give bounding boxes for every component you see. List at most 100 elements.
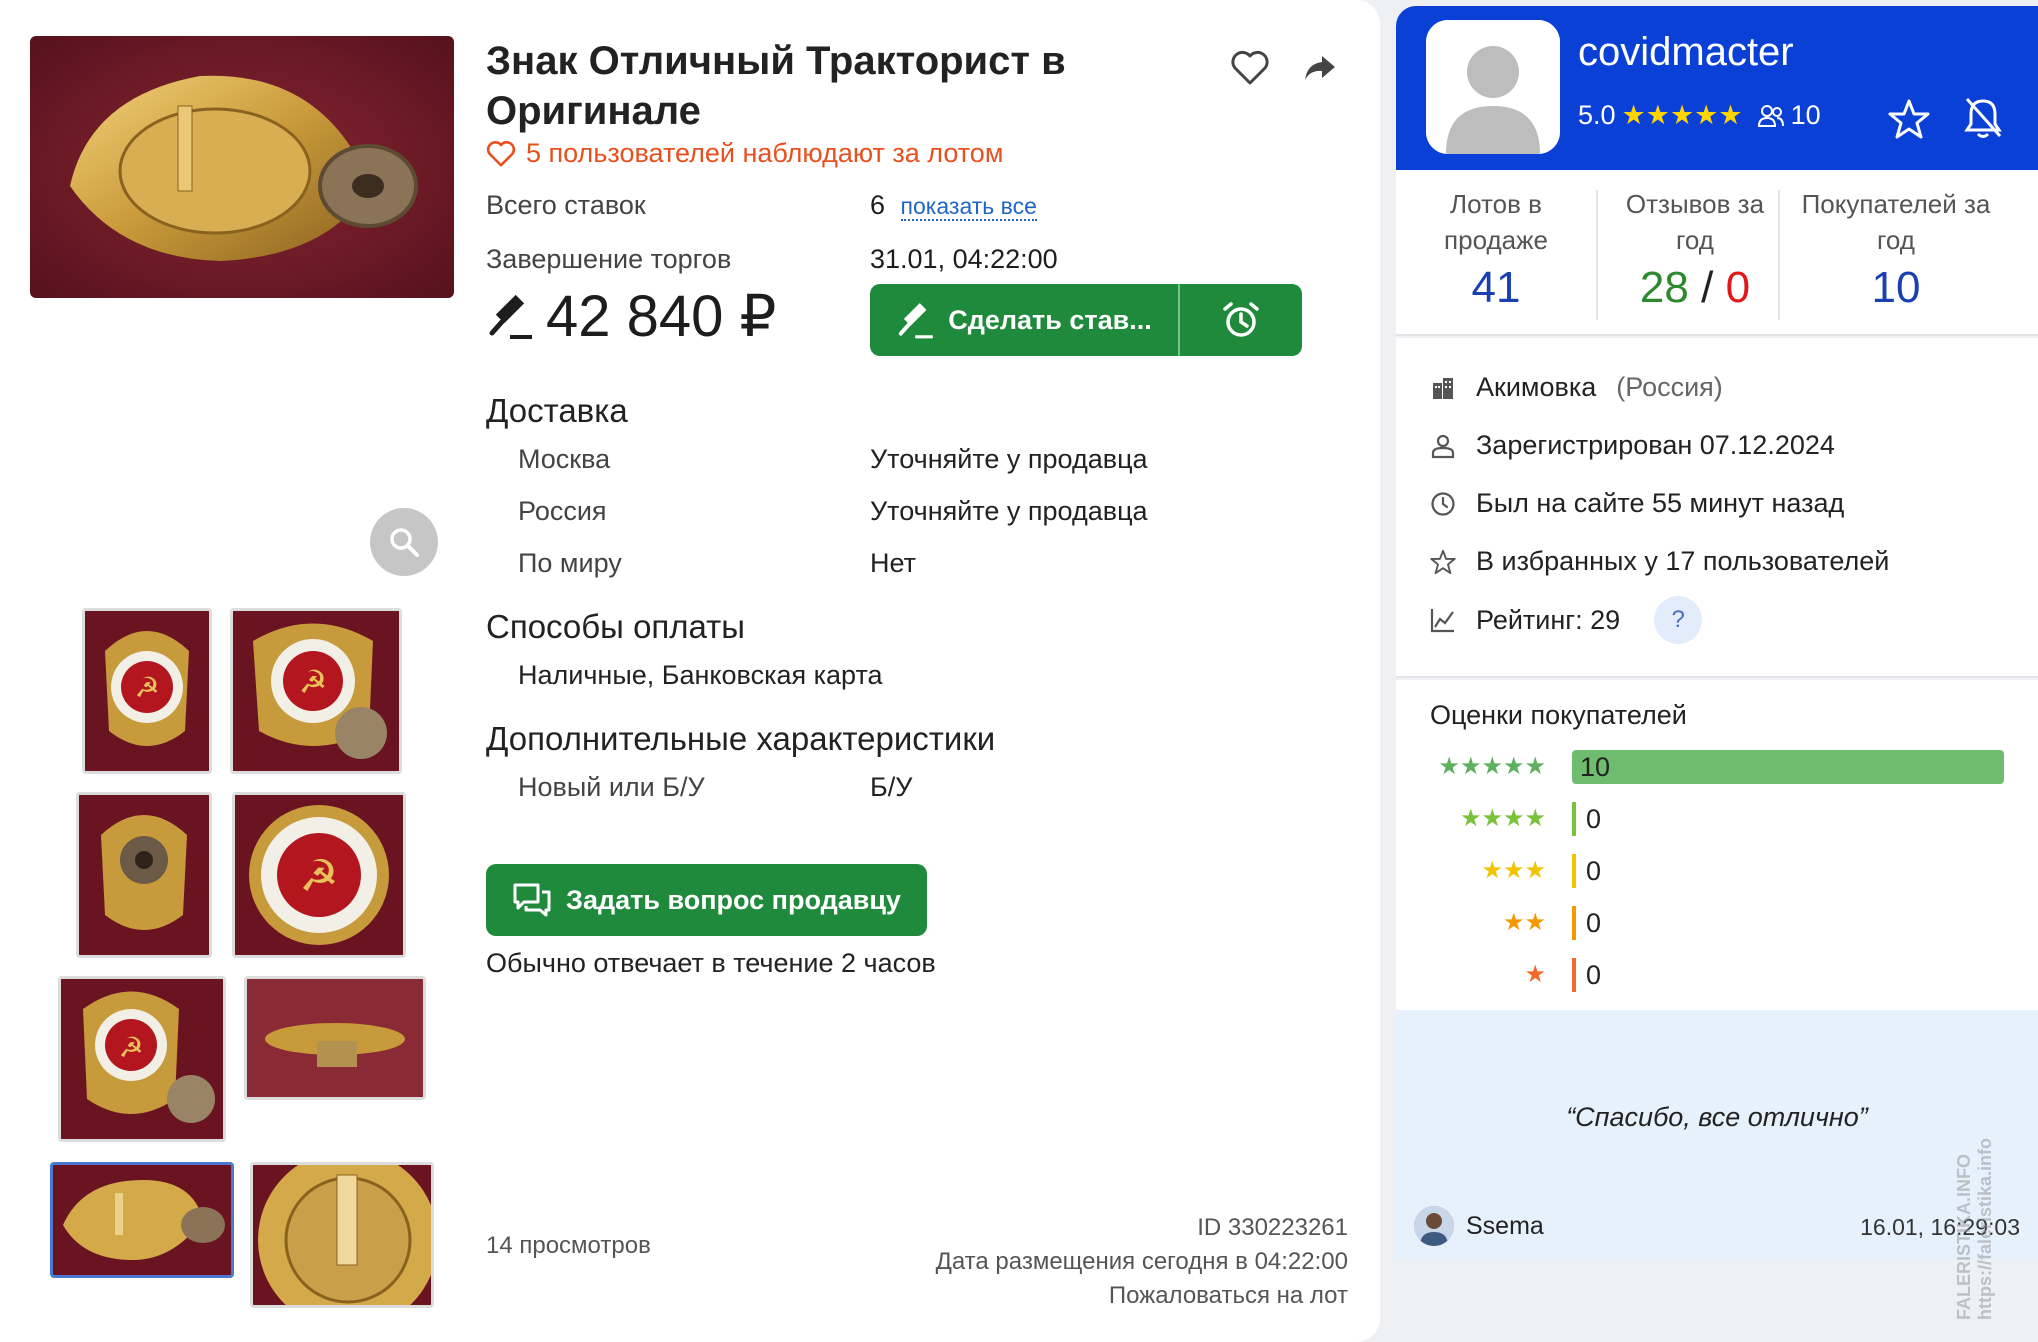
reviewer-avatar: [1414, 1206, 1454, 1246]
thumbnail-3[interactable]: [76, 792, 212, 958]
rating-2-count: 0: [1586, 908, 1602, 938]
user-icon: [1431, 434, 1455, 458]
favorite-heart-icon[interactable]: [1228, 46, 1272, 90]
stat-buyers[interactable]: Покупателей за год 10: [1796, 186, 1996, 314]
rating-1-stars: ★: [1524, 961, 1546, 988]
delivery-heading: Доставка: [486, 392, 628, 429]
svg-text:☭: ☭: [299, 851, 338, 902]
thumbnail-2[interactable]: ☭: [230, 608, 402, 774]
report-lot-link[interactable]: Пожаловаться на лот: [1109, 1282, 1348, 1310]
seller-rating-value: 5.0: [1578, 100, 1616, 130]
lot-title: Знак Отличный Тракторист в Оригинале: [486, 39, 1066, 133]
delivery-value-russia: Уточняйте у продавца: [870, 496, 1148, 526]
bids-label: Всего ставок: [486, 190, 646, 220]
stat-reviews-label: Отзывов за год: [1625, 189, 1765, 255]
seller-registered: Зарегистрирован 07.12.2024: [1430, 430, 1835, 461]
rating-4-bar: [1572, 802, 1576, 836]
seller-city: Акимовка: [1476, 372, 1597, 402]
thumbnail-1[interactable]: ☭: [82, 608, 212, 774]
seller-name[interactable]: covidmacter: [1578, 30, 1794, 75]
bids-count: 6: [870, 190, 886, 220]
stat-lots[interactable]: Лотов в продаже 41: [1416, 186, 1576, 314]
thumbnail-8[interactable]: [250, 1162, 434, 1308]
thumbnail-4[interactable]: ☭: [232, 792, 406, 958]
chart-line-icon: [1430, 609, 1454, 633]
seller-score: Рейтинг: 29 ?: [1430, 596, 1703, 644]
reviewer-name[interactable]: Ssema: [1466, 1212, 1544, 1241]
rating-5-bar: 10: [1572, 750, 2004, 784]
end-label: Завершение торгов: [486, 244, 732, 274]
extra-heading: Дополнительные характеристики: [486, 720, 996, 757]
watermark: FALERISTIKA.INFO https://faleristika.inf…: [1954, 1137, 1995, 1320]
rating-5-stars: ★★★★★: [1438, 753, 1546, 780]
rating-1-count: 0: [1586, 960, 1602, 990]
ask-seller-label: Задать вопрос продавцу: [566, 884, 901, 915]
show-all-bids-link[interactable]: показать все: [900, 193, 1037, 221]
reminder-button[interactable]: [1180, 284, 1302, 356]
payment-heading: Способы оплаты: [486, 608, 746, 645]
ratings-heading: Оценки покупателей: [1430, 700, 1687, 730]
condition-label: Новый или Б/У: [518, 772, 705, 802]
zoom-button[interactable]: [370, 508, 438, 576]
ask-seller-button[interactable]: Задать вопрос продавцу: [486, 864, 927, 936]
seller-header: covidmacter 5.0 ★★★★★ 10: [1396, 6, 2038, 170]
stat-buyers-value: 10: [1871, 263, 1921, 312]
reviewer: Ssema: [1414, 1206, 1544, 1246]
bid-button-group: Сделать став...: [870, 284, 1302, 356]
delivery-place-russia: Россия: [518, 496, 607, 526]
negative-reviews: 0: [1725, 263, 1751, 312]
price-value: 42 840 ₽: [546, 284, 777, 349]
thumbnail-7[interactable]: [50, 1162, 234, 1278]
favorite-seller-star-icon[interactable]: [1888, 98, 1930, 145]
seller-favorites: В избранных у 17 пользователей: [1430, 546, 1889, 577]
seller-last-seen: Был на сайте 55 минут назад: [1430, 488, 1844, 519]
rating-4-stars: ★★★★: [1459, 805, 1546, 832]
rating-stars-icon: ★★★★★: [1621, 100, 1743, 130]
place-bid-button[interactable]: Сделать став...: [870, 284, 1180, 356]
magnifier-icon: [390, 528, 419, 557]
thumbnail-5[interactable]: ☭: [58, 976, 226, 1142]
seller-rating: 5.0 ★★★★★ 10: [1578, 100, 1821, 131]
rating-help-button[interactable]: ?: [1654, 596, 1703, 644]
reviews-separator: /: [1701, 263, 1714, 312]
rating-3-bar: [1572, 854, 1576, 888]
stat-lots-label: Лотов в продаже: [1444, 189, 1548, 255]
notifications-off-bell-icon[interactable]: [1962, 96, 2004, 145]
watchers-text: 5 пользователей наблюдают за лотом: [526, 138, 1004, 168]
chat-icon: [513, 883, 551, 917]
seller-info: Акимовка (Россия) Зарегистрирован 07.12.…: [1396, 338, 2038, 678]
followers-count: 10: [1790, 100, 1821, 130]
stat-buyers-label: Покупателей за год: [1801, 189, 1991, 255]
registered-text: Зарегистрирован 07.12.2024: [1476, 430, 1835, 460]
heart-icon: [486, 140, 516, 167]
end-value: 31.01, 04:22:00: [870, 244, 1058, 274]
stat-divider: [1596, 190, 1598, 320]
posted-date: Дата размещения сегодня в 04:22:00: [935, 1248, 1348, 1275]
share-icon[interactable]: [1298, 46, 1342, 90]
latest-review[interactable]: “Спасибо, все отлично” Ssema 16.01, 16:2…: [1396, 1010, 2038, 1260]
rating-2-bar: [1572, 906, 1576, 940]
seller-country: (Россия): [1616, 372, 1723, 402]
city-buildings-icon: [1433, 377, 1453, 399]
rating-4-count: 0: [1586, 804, 1602, 834]
stat-reviews-value: 28 / 0: [1610, 262, 1780, 314]
main-photo[interactable]: [30, 36, 454, 298]
delivery-place-world: По миру: [518, 548, 622, 578]
current-price: 42 840 ₽: [486, 282, 776, 350]
thumbnail-6[interactable]: [244, 976, 426, 1100]
rating-score-text: Рейтинг: 29: [1476, 604, 1621, 635]
clock-icon: [1431, 491, 1455, 516]
lot-card: ☭ ☭ ☭ ☭ Знак Отличный Тракторист в Ориги…: [0, 0, 1380, 1342]
response-time-note: Обычно отвечает в течение 2 часов: [486, 948, 936, 978]
gavel-icon: [489, 294, 532, 339]
stat-reviews[interactable]: Отзывов за год 28 / 0: [1610, 186, 1780, 314]
lot-id: ID 330223261: [1197, 1214, 1348, 1241]
place-bid-label: Сделать став...: [948, 304, 1152, 335]
condition-value: Б/У: [870, 772, 913, 802]
seller-avatar[interactable]: [1426, 20, 1560, 154]
user-placeholder-icon: [1426, 20, 1560, 154]
bids-value: 6 показать все: [870, 190, 1037, 221]
stat-divider: [1778, 190, 1780, 320]
last-seen-text: Был на сайте 55 минут назад: [1476, 488, 1845, 518]
svg-text:☭: ☭: [299, 663, 328, 701]
